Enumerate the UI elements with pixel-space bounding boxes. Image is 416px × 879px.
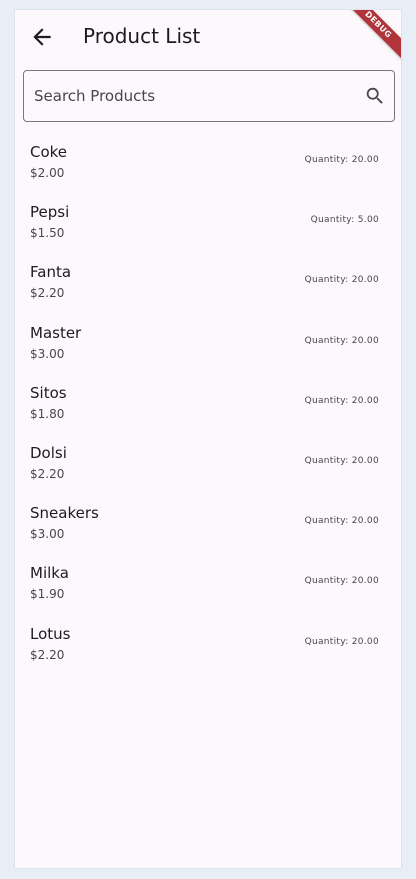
product-list-item[interactable]: Sitos $1.80 Quantity: 20.00 — [15, 377, 401, 437]
product-name: Pepsi — [30, 203, 70, 222]
product-price: $2.20 — [30, 466, 65, 481]
product-quantity: Quantity: 20.00 — [304, 455, 379, 466]
product-name: Sneakers — [30, 504, 99, 523]
product-name: Coke — [30, 143, 68, 161]
app-screen: Product List DEBUG Coke $2.00 Quantity: 20… — [14, 9, 402, 869]
product-name: Sitos — [30, 383, 67, 402]
product-price: $3.00 — [30, 346, 65, 361]
product-list-item[interactable]: Fanta $2.20 Quantity: 20.00 — [15, 256, 401, 316]
product-name: Dolsi — [30, 443, 67, 462]
product-price: $1.90 — [30, 587, 65, 602]
search-field[interactable] — [23, 70, 395, 122]
product-price: $2.20 — [30, 647, 65, 662]
product-list: Coke $2.00 Quantity: 20.00 Pepsi $1.50 Quanti… — [15, 136, 401, 678]
product-price: $2.00 — [30, 166, 65, 180]
debug-banner: DEBUG — [341, 10, 401, 62]
product-name: Lotus — [30, 624, 71, 643]
product-quantity: Quantity: 20.00 — [304, 275, 379, 286]
product-list-item[interactable]: Pepsi $1.50 Quantity: 5.00 — [15, 196, 401, 256]
product-list-item[interactable]: Milka $1.90 Quantity: 20.00 — [15, 557, 401, 617]
product-quantity: Quantity: 5.00 — [310, 215, 379, 226]
product-quantity: Quantity: 20.00 — [304, 335, 379, 346]
product-list-item[interactable]: Master $3.00 Quantity: 20.00 — [15, 317, 401, 377]
app-bar: Product List DEBUG — [15, 10, 401, 64]
product-quantity: Quantity: 20.00 — [304, 516, 379, 527]
product-name: Milka — [30, 564, 69, 583]
product-price: $1.50 — [30, 226, 65, 241]
product-list-item[interactable]: Coke $2.00 Quantity: 20.00 — [15, 136, 401, 196]
page-title: Product List — [83, 24, 201, 48]
product-name: Master — [30, 323, 82, 342]
product-quantity: Quantity: 20.00 — [304, 155, 379, 165]
search-input[interactable] — [34, 71, 354, 121]
search-icon[interactable] — [364, 85, 386, 107]
product-list-item[interactable]: Sneakers $3.00 Quantity: 20.00 — [15, 497, 401, 557]
product-list-item[interactable]: Lotus $2.20 Quantity: 20.00 — [15, 618, 401, 678]
product-list-item[interactable]: Dolsi $2.20 Quantity: 20.00 — [15, 437, 401, 497]
product-quantity: Quantity: 20.00 — [304, 636, 379, 647]
product-quantity: Quantity: 20.00 — [304, 395, 379, 406]
product-name: Fanta — [30, 263, 72, 282]
product-price: $1.80 — [30, 406, 65, 421]
back-button[interactable] — [29, 24, 55, 50]
arrow-left-icon — [33, 28, 51, 46]
product-quantity: Quantity: 20.00 — [304, 576, 379, 587]
product-price: $2.20 — [30, 286, 65, 301]
product-price: $3.00 — [30, 527, 65, 542]
